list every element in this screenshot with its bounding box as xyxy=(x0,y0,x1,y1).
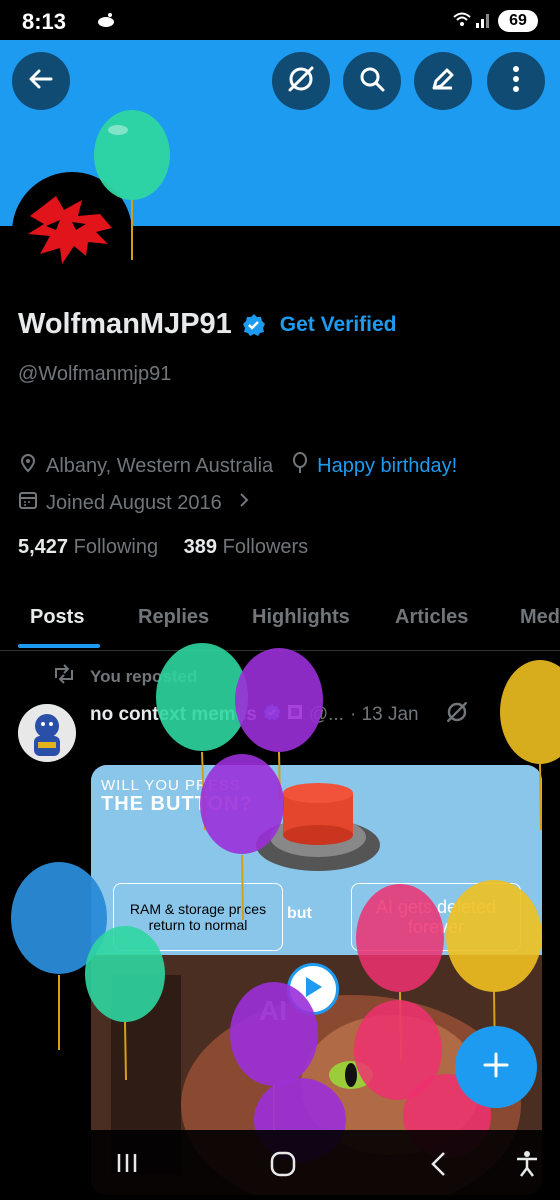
play-icon xyxy=(302,975,324,1004)
followers-label: Followers xyxy=(222,536,309,558)
tab-articles[interactable]: Articles xyxy=(395,606,468,629)
edit-button[interactable] xyxy=(414,52,472,110)
home-icon[interactable] xyxy=(269,1150,297,1183)
back-nav-icon[interactable] xyxy=(428,1150,448,1183)
grok-icon xyxy=(286,64,316,99)
recents-icon[interactable] xyxy=(114,1150,140,1181)
wifi-signal-icon xyxy=(452,11,492,34)
follow-stats: 5,427 Following 389 Followers xyxy=(18,536,308,559)
location-text: Albany, Western Australia xyxy=(46,454,274,477)
tab-indicator xyxy=(18,644,100,648)
tab-highlights[interactable]: Highlights xyxy=(252,606,350,629)
following-label: Following xyxy=(73,536,159,558)
plus-icon xyxy=(481,1050,511,1085)
meme-image-top: WILL YOU PRESS THE BUTTON? RAM & storage… xyxy=(91,765,542,955)
grok-button[interactable] xyxy=(272,52,330,110)
post-author-handle[interactable]: @... xyxy=(309,704,344,726)
search-icon xyxy=(358,65,386,98)
meme-title-line2: THE BUTTON? xyxy=(101,793,253,815)
repost-icon xyxy=(52,664,76,689)
post-header: no context memes @... · 13 Jan xyxy=(90,700,469,730)
post-verified-icon xyxy=(263,703,281,727)
compose-fab[interactable] xyxy=(455,1026,537,1108)
birthday-link[interactable]: Happy birthday! xyxy=(317,455,457,478)
post-grok-icon[interactable] xyxy=(445,700,469,730)
post-author-name[interactable]: no context memes xyxy=(90,704,257,726)
author-avatar-image xyxy=(18,704,76,762)
profile-avatar[interactable] xyxy=(12,172,132,292)
repost-label: You reposted xyxy=(90,666,198,686)
repost-indicator: You reposted xyxy=(52,664,197,689)
profile-meta-location: Albany, Western Australia Happy birthday… xyxy=(18,452,457,480)
battery-indicator: 69 xyxy=(498,10,538,32)
meme-but-label: but xyxy=(287,905,312,922)
status-bar: 8:13 69 xyxy=(0,0,560,40)
wolf-logo-icon xyxy=(16,176,128,288)
following-link[interactable]: 5,427 Following xyxy=(18,536,158,558)
followers-count: 389 xyxy=(183,536,218,558)
profile-handle: @Wolfmanmjp91 xyxy=(18,363,172,385)
tab-posts[interactable]: Posts xyxy=(30,606,84,629)
get-verified-link[interactable]: Get Verified xyxy=(280,313,397,337)
tab-media[interactable]: Med xyxy=(520,606,560,629)
name-row: WolfmanMJP91 Get Verified xyxy=(18,308,397,341)
android-nav-bar xyxy=(0,1130,560,1200)
meme-title: WILL YOU PRESS THE BUTTON? xyxy=(101,777,253,815)
location-pin-icon xyxy=(18,453,38,479)
arrow-left-icon xyxy=(27,65,55,98)
followers-link[interactable]: 389 Followers xyxy=(184,536,309,558)
status-time: 8:13 xyxy=(22,9,67,34)
following-count: 5,427 xyxy=(18,536,69,558)
joined-text: Joined August 2016 xyxy=(46,491,222,514)
more-button[interactable] xyxy=(487,52,545,110)
verified-badge-icon xyxy=(242,313,266,337)
post-author-avatar[interactable] xyxy=(18,704,76,762)
back-button[interactable] xyxy=(12,52,70,110)
profile-meta-joined[interactable]: Joined August 2016 xyxy=(18,490,250,516)
meme-bottom-text: AI xyxy=(259,995,287,1026)
meme-right-box: AI gets deleted forever xyxy=(351,883,521,951)
play-button[interactable] xyxy=(287,963,339,1015)
pencil-icon xyxy=(429,65,457,98)
affiliate-badge-icon xyxy=(287,704,303,726)
chevron-right-icon xyxy=(238,491,250,515)
search-button[interactable] xyxy=(343,52,401,110)
red-button-icon xyxy=(256,783,380,871)
meme-left-box: RAM & storage prices return to normal xyxy=(113,883,283,951)
tab-replies[interactable]: Replies xyxy=(138,606,209,629)
post-date: · 13 Jan xyxy=(349,704,419,725)
more-vertical-icon xyxy=(512,65,520,98)
reddit-notification-icon xyxy=(96,12,116,33)
display-name: WolfmanMJP91 xyxy=(18,308,232,340)
accessibility-icon[interactable] xyxy=(514,1150,540,1183)
balloon-icon xyxy=(291,452,309,480)
calendar-icon xyxy=(18,490,38,516)
